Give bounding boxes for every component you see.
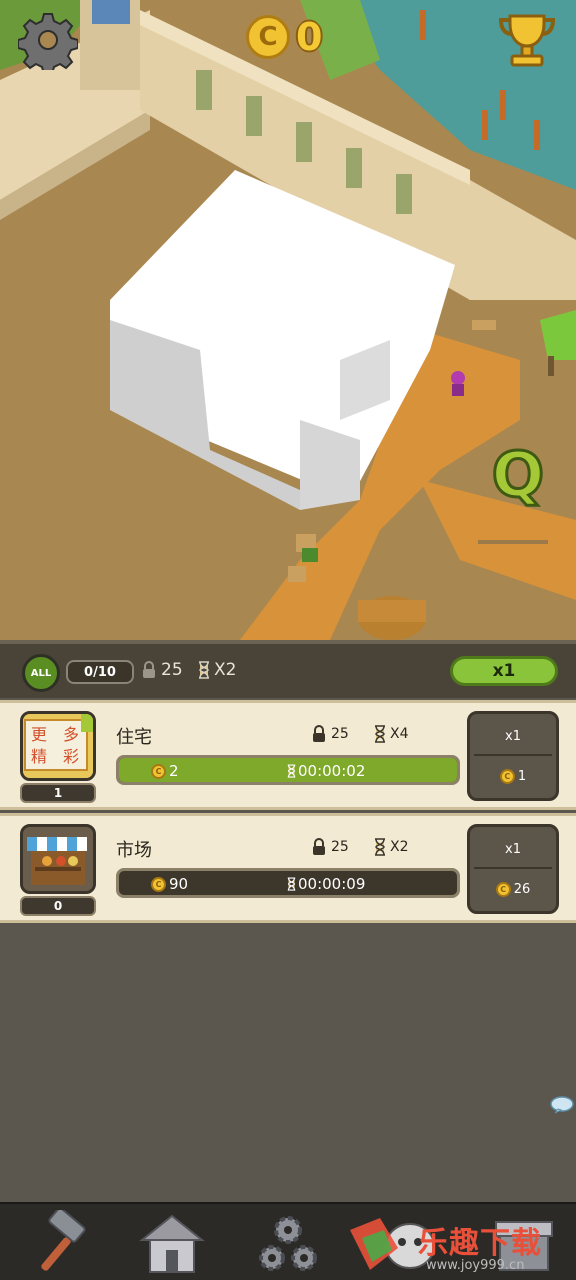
building-level: 0 [20,896,96,916]
trophy-icon [498,14,556,67]
building-name: 市场 [116,840,152,861]
coin-count: 0 [296,15,323,59]
market-stall-icon [23,827,93,891]
coin-icon: C [151,876,166,892]
income-value: 2 [169,762,179,780]
coin-icon: C [246,15,290,59]
hourglass-icon [287,877,296,891]
building-lock-value: 25 [331,839,349,855]
capacity-counter: 0/10 [66,660,134,684]
building-thumbnail[interactable]: 更 多 精 彩 [20,711,96,781]
building-lock-stat: 25 [312,725,349,743]
speed-value: X2 [214,660,237,680]
upgrade-multiplier: x1 [474,831,552,869]
sign-char-3: 精 [31,747,47,766]
building-speed-value: X2 [390,839,409,855]
hourglass-icon [375,725,385,743]
building-lock-value: 25 [331,726,349,742]
income-display: C 90 [151,875,188,893]
upgrade-cost-value: 26 [513,881,531,897]
building-card-residence: 更 多 精 彩 1 住宅 25 X4 C 2 00:00:02 x1 C 1 [0,700,576,810]
coin-counter: C 0 [246,12,322,62]
timer-display: 00:00:09 [287,875,365,893]
filter-all-button[interactable]: ALL [22,654,60,692]
upgrade-cost: C 26 [474,871,552,907]
lock-icon [143,661,155,678]
building-speed-value: X4 [390,726,409,742]
lock-icon [313,838,325,855]
quest-badge[interactable]: Q [488,436,548,513]
chat-bubble-icon[interactable] [550,1096,574,1114]
nav-buildings-button[interactable] [136,1210,208,1276]
hammer-icon [41,1207,86,1271]
nav-build-button[interactable] [22,1207,94,1276]
hourglass-icon [199,661,209,679]
gears-icon [259,1216,317,1271]
filter-all-label: ALL [30,667,52,679]
building-card-market: 0 市场 25 X2 C 90 00:00:09 x1 C 26 [0,813,576,923]
coin-icon: C [495,881,511,897]
upgrade-cost-value: 1 [517,768,527,784]
status-bar: ALL 0/10 25 X2 x1 [0,640,576,698]
income-display: C 2 [151,762,179,780]
quest-q-icon: Q [490,437,546,513]
sign-char-4: 彩 [63,747,79,766]
settings-button[interactable] [18,10,78,70]
multiplier-label: x1 [492,661,516,681]
capacity-value: 0/10 [84,664,116,680]
timer-value: 00:00:09 [298,875,366,893]
sign-char-1: 更 [31,725,47,744]
upgrade-button[interactable]: x1 C 26 [467,824,559,914]
sign-char-2: 多 [63,725,79,744]
gear-icon [18,13,78,70]
lock-value: 25 [161,660,183,680]
income-value: 90 [169,875,189,893]
coin-icon: C [499,768,515,784]
speed-stat: X2 [198,660,236,680]
upgrade-button[interactable]: x1 C 1 [467,711,559,801]
achievements-button[interactable] [496,8,558,70]
production-progress-bar: C 90 00:00:09 [116,868,460,898]
quest-letter: Q [492,438,545,511]
nav-upgrades-button[interactable] [252,1210,324,1276]
building-speed-stat: X4 [374,725,409,743]
coin-icon: C [151,763,166,779]
building-speed-stat: X2 [374,838,409,856]
multiplier-button[interactable]: x1 [450,656,558,686]
game-scene[interactable]: C 0 Q [0,0,576,640]
house-icon [139,1214,205,1273]
scene-background [0,0,576,640]
hourglass-icon [375,838,385,856]
hourglass-icon [287,764,296,778]
timer-value: 00:00:02 [298,762,366,780]
timer-display: 00:00:02 [287,762,365,780]
building-lock-stat: 25 [312,838,349,856]
upgrade-multiplier: x1 [474,718,552,756]
building-thumbnail[interactable] [20,824,96,894]
upgrade-cost: C 1 [474,758,552,794]
lock-icon [313,725,325,742]
lock-stat: 25 [142,660,183,680]
building-name: 住宅 [116,727,152,748]
building-level: 1 [20,783,96,803]
watermark-url: www.joy999.cn [426,1258,525,1273]
watermark-text: 乐趣下载 [418,1226,542,1261]
production-progress-bar: C 2 00:00:02 [116,755,460,785]
promo-sign-icon: 更 多 精 彩 [23,714,93,778]
